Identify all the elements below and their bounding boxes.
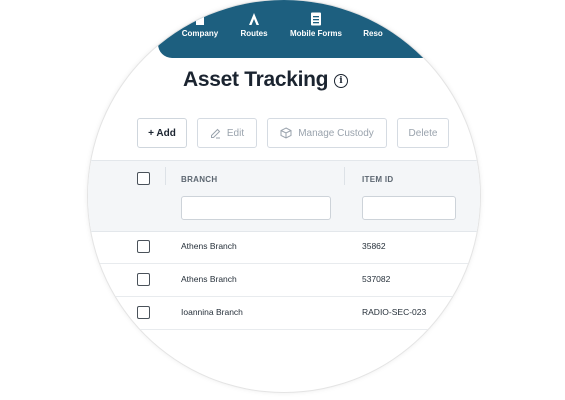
- mobile-forms-icon: [311, 12, 321, 26]
- column-separator: [344, 167, 345, 185]
- nav-item-routes[interactable]: Routes: [236, 12, 272, 38]
- column-header-item-id[interactable]: ITEM ID: [362, 175, 393, 184]
- select-all-checkbox[interactable]: [137, 172, 150, 185]
- add-button-label: + Add: [148, 127, 176, 139]
- row-checkbox[interactable]: [137, 240, 150, 253]
- delete-button[interactable]: Delete: [397, 118, 449, 148]
- nav-item-company[interactable]: Company: [180, 12, 220, 38]
- page-title: Asset Tracking: [183, 68, 329, 91]
- box-icon: [280, 127, 292, 139]
- row-checkbox[interactable]: [137, 273, 150, 286]
- delete-button-label: Delete: [408, 127, 438, 139]
- nav-label-resources: Reso: [363, 29, 383, 38]
- add-button[interactable]: + Add: [137, 118, 187, 148]
- branch-filter-input[interactable]: [181, 196, 331, 220]
- edit-icon: [210, 128, 221, 138]
- company-icon: [196, 13, 204, 25]
- item-id-filter-input[interactable]: [362, 196, 456, 220]
- column-separator: [165, 167, 166, 185]
- resources-icon: [367, 12, 379, 26]
- item-id-cell: 35862: [362, 241, 386, 251]
- edit-button[interactable]: Edit: [197, 118, 257, 148]
- nav-label-company: Company: [181, 29, 219, 38]
- nav-item-resources[interactable]: Reso: [358, 12, 388, 38]
- routes-icon: [249, 13, 259, 25]
- branch-cell: Athens Branch: [181, 274, 237, 284]
- info-icon[interactable]: i: [334, 74, 348, 88]
- branch-cell: Ioannina Branch: [181, 307, 243, 317]
- table-row[interactable]: Athens Branch 35862: [88, 230, 480, 264]
- table-row[interactable]: Athens Branch 537082: [88, 263, 480, 297]
- nav-item-mobile-forms[interactable]: Mobile Forms: [288, 12, 344, 38]
- table-row[interactable]: Ioannina Branch RADIO-SEC-023: [88, 296, 480, 330]
- magnified-view: Company Routes Mobile Forms Reso Asset T…: [88, 0, 480, 392]
- column-header-branch[interactable]: BRANCH: [181, 175, 217, 184]
- item-id-cell: 537082: [362, 274, 391, 284]
- manage-custody-button[interactable]: Manage Custody: [267, 118, 387, 148]
- nav-label-routes: Routes: [240, 29, 268, 38]
- branch-cell: Athens Branch: [181, 241, 237, 251]
- row-checkbox[interactable]: [137, 306, 150, 319]
- top-nav-bar: Company Routes Mobile Forms Reso: [158, 0, 480, 58]
- item-id-cell: RADIO-SEC-023: [362, 307, 427, 317]
- table-header: BRANCH ITEM ID: [88, 160, 480, 232]
- nav-label-mobile-forms: Mobile Forms: [289, 29, 342, 38]
- manage-custody-label: Manage Custody: [298, 127, 374, 139]
- edit-button-label: Edit: [226, 127, 245, 139]
